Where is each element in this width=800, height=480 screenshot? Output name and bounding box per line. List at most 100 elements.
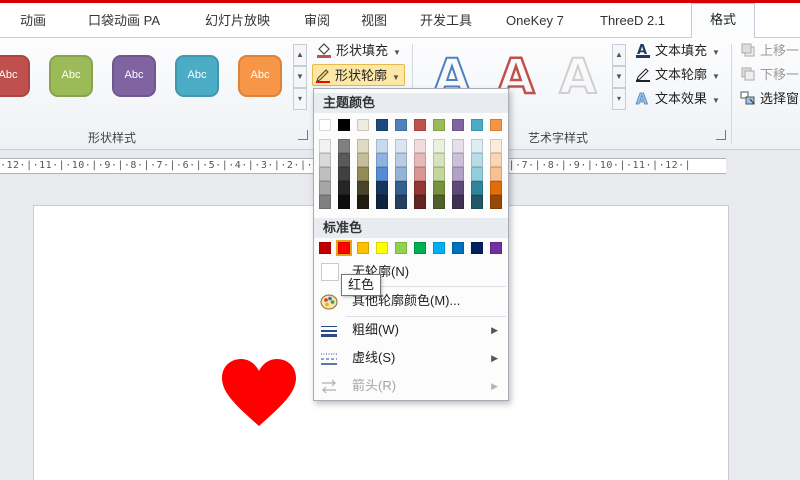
theme-color-swatch[interactable] [319,139,331,153]
theme-color-swatch[interactable] [414,195,426,209]
tab-animations[interactable]: 动画 [20,8,46,34]
theme-color-swatch[interactable] [376,195,388,209]
theme-color-swatch[interactable] [319,195,331,209]
theme-color-swatch[interactable] [338,153,350,167]
bring-forward-button[interactable]: 上移一 [740,40,799,62]
theme-color-swatch[interactable] [433,139,445,153]
theme-color-swatch[interactable] [414,181,426,195]
standard-color-swatch[interactable] [452,242,464,254]
shape-style-swatch[interactable]: Abc [175,55,219,97]
standard-color-swatch[interactable] [336,240,352,256]
theme-color-swatch[interactable] [395,139,407,153]
theme-color-swatch[interactable] [452,181,464,195]
theme-color-swatch[interactable] [376,167,388,181]
theme-color-swatch[interactable] [414,119,426,131]
theme-color-swatch[interactable] [433,195,445,209]
send-backward-button[interactable]: 下移一 [740,64,799,86]
theme-color-swatch[interactable] [357,119,369,131]
theme-color-swatch[interactable] [376,119,388,131]
gallery-scroll-down-button[interactable]: ▼ [293,66,307,88]
theme-color-swatch[interactable] [471,195,483,209]
theme-color-swatch[interactable] [395,119,407,131]
theme-color-swatch[interactable] [433,167,445,181]
theme-color-swatch[interactable] [490,167,502,181]
theme-color-swatch[interactable] [490,181,502,195]
theme-color-swatch[interactable] [376,181,388,195]
shape-outline-button[interactable]: 形状轮廓 ▼ [312,64,405,86]
weight-item[interactable]: 粗细(W) ▶ [315,317,508,343]
theme-color-swatch[interactable] [452,119,464,131]
theme-color-swatch[interactable] [319,167,331,181]
theme-color-swatch[interactable] [395,195,407,209]
theme-color-swatch[interactable] [471,139,483,153]
theme-color-swatch[interactable] [414,153,426,167]
shape-style-swatch[interactable]: Abc [0,55,30,97]
tab-onekey[interactable]: OneKey 7 [506,8,564,34]
text-fill-button[interactable]: A 文本填充 ▼ [635,40,720,62]
theme-color-swatch[interactable] [319,153,331,167]
theme-color-swatch[interactable] [357,167,369,181]
theme-color-swatch[interactable] [395,167,407,181]
theme-color-swatch[interactable] [433,153,445,167]
shape-fill-button[interactable]: 形状填充 ▼ [316,40,401,62]
wordart-dialog-launcher[interactable] [716,130,726,140]
theme-color-swatch[interactable] [433,181,445,195]
standard-color-swatch[interactable] [471,242,483,254]
dashes-item[interactable]: 虚线(S) ▶ [315,345,508,371]
selection-pane-button[interactable]: 选择窗 [740,88,799,110]
shape-style-swatch[interactable]: Abc [49,55,93,97]
theme-color-swatch[interactable] [338,195,350,209]
theme-color-swatch[interactable] [319,119,331,131]
theme-color-swatch[interactable] [338,181,350,195]
theme-color-swatch[interactable] [471,153,483,167]
tab-threed[interactable]: ThreeD 2.1 [600,8,665,34]
theme-color-swatch[interactable] [376,153,388,167]
standard-color-swatch[interactable] [433,242,445,254]
tab-pocket-animation[interactable]: 口袋动画 PA [88,8,160,34]
tab-format[interactable]: 格式 [691,3,756,39]
theme-color-swatch[interactable] [395,181,407,195]
theme-color-swatch[interactable] [490,195,502,209]
text-effects-button[interactable]: A 文本效果 ▼ [635,88,720,110]
theme-color-swatch[interactable] [319,181,331,195]
standard-color-swatch[interactable] [376,242,388,254]
standard-color-swatch[interactable] [490,242,502,254]
theme-color-swatch[interactable] [357,181,369,195]
standard-color-swatch[interactable] [414,242,426,254]
theme-color-swatch[interactable] [452,153,464,167]
theme-color-swatch[interactable] [452,167,464,181]
tab-developer[interactable]: 开发工具 [420,8,472,34]
theme-color-swatch[interactable] [395,153,407,167]
tab-view[interactable]: 视图 [361,8,387,34]
wordart-sample-gray[interactable]: A [550,48,606,106]
theme-color-swatch[interactable] [452,139,464,153]
theme-color-swatch[interactable] [357,195,369,209]
gallery-more-button[interactable]: ▾ [293,88,307,110]
standard-color-swatch[interactable] [395,242,407,254]
shape-style-swatch[interactable]: Abc [238,55,282,97]
heart-shape[interactable] [221,358,297,428]
theme-color-swatch[interactable] [357,153,369,167]
tab-review[interactable]: 审阅 [304,8,330,34]
wordart-more-button[interactable]: ▾ [612,88,626,110]
theme-color-swatch[interactable] [490,153,502,167]
wordart-scroll-up-button[interactable]: ▲ [612,44,626,66]
standard-color-swatch[interactable] [357,242,369,254]
theme-color-swatch[interactable] [414,167,426,181]
theme-color-swatch[interactable] [376,139,388,153]
shape-styles-dialog-launcher[interactable] [298,130,308,140]
theme-color-swatch[interactable] [338,167,350,181]
theme-color-swatch[interactable] [452,195,464,209]
theme-color-swatch[interactable] [338,139,350,153]
text-outline-button[interactable]: 文本轮廓 ▼ [635,64,720,86]
theme-color-swatch[interactable] [471,181,483,195]
shape-style-swatch[interactable]: Abc [112,55,156,97]
wordart-scroll-down-button[interactable]: ▼ [612,66,626,88]
theme-color-swatch[interactable] [471,167,483,181]
arrows-item[interactable]: 箭头(R) ▶ [315,373,508,399]
theme-color-swatch[interactable] [490,119,502,131]
tab-slide-show[interactable]: 幻灯片放映 [205,8,270,34]
theme-color-swatch[interactable] [471,119,483,131]
gallery-scroll-up-button[interactable]: ▲ [293,44,307,66]
theme-color-swatch[interactable] [414,139,426,153]
